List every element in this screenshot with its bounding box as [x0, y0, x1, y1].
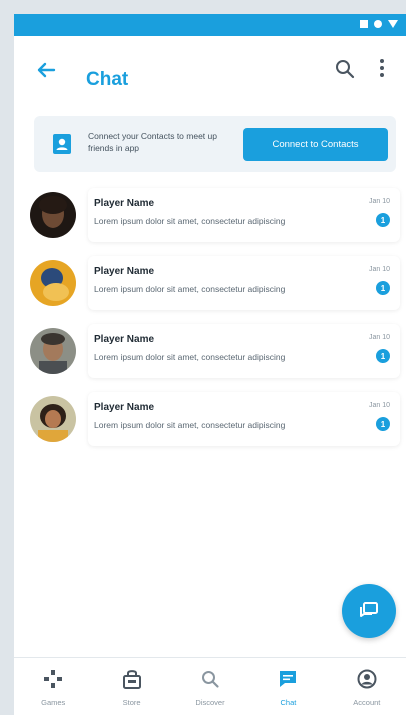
message-date: Jan 10 — [368, 266, 390, 273]
avatar — [30, 328, 76, 374]
nav-item-store[interactable]: Store — [92, 658, 170, 715]
overflow-menu-button[interactable] — [374, 56, 390, 82]
store-icon — [122, 670, 141, 689]
account-icon — [357, 669, 377, 689]
message-card: Player Name Lorem ipsum dolor sit amet, … — [88, 392, 400, 446]
avatar — [30, 260, 76, 306]
player-name: Player Name — [94, 198, 155, 209]
search-icon — [336, 60, 355, 79]
player-name: Player Name — [94, 266, 155, 277]
player-name: Player Name — [94, 334, 155, 345]
nav-label-discover: Discover — [195, 698, 225, 707]
nav-label-games: Games — [41, 698, 66, 707]
page-title: Chat — [86, 69, 129, 90]
chat-list-item[interactable]: Player Name Lorem ipsum dolor sit amet, … — [26, 254, 400, 312]
player-name: Player Name — [94, 402, 155, 413]
avatar-image — [30, 192, 76, 238]
chat-icon — [280, 671, 297, 687]
nav-item-chat[interactable]: Chat — [249, 658, 327, 715]
avatar-image — [30, 260, 76, 306]
phone-screen: Chat Connect your Contacts to meet up fr… — [14, 14, 406, 715]
message-date: Jan 10 — [368, 198, 390, 205]
message-preview: Lorem ipsum dolor sit amet, consectetur … — [94, 216, 286, 226]
message-card: Player Name Lorem ipsum dolor sit amet, … — [88, 256, 400, 310]
avatar — [30, 396, 76, 442]
back-arrow-icon — [37, 62, 56, 78]
unread-badge: 1 — [376, 213, 390, 227]
back-button[interactable] — [32, 56, 60, 84]
unread-badge: 1 — [376, 281, 390, 295]
notification-icon — [360, 20, 368, 28]
search-icon — [202, 671, 219, 688]
bottom-navigation: Games Store Discover Chat Account — [14, 657, 406, 715]
new-chat-fab-button[interactable] — [342, 584, 396, 638]
message-preview: Lorem ipsum dolor sit amet, consectetur … — [94, 420, 286, 430]
message-card: Player Name Lorem ipsum dolor sit amet, … — [88, 188, 400, 242]
more-vertical-icon — [380, 59, 384, 77]
connect-contacts-text: Connect your Contacts to meet up friends… — [88, 131, 217, 153]
unread-badge: 1 — [376, 417, 390, 431]
nav-item-account[interactable]: Account — [328, 658, 406, 715]
connect-contacts-card: Connect your Contacts to meet up friends… — [34, 116, 396, 172]
chat-list-item[interactable]: Player Name Lorem ipsum dolor sit amet, … — [26, 186, 400, 244]
avatar — [30, 192, 76, 238]
nav-label-chat: Chat — [280, 698, 297, 707]
message-card: Player Name Lorem ipsum dolor sit amet, … — [88, 324, 400, 378]
chat-list-item[interactable]: Player Name Lorem ipsum dolor sit amet, … — [26, 390, 400, 448]
signal-icon — [374, 20, 382, 28]
connect-to-contacts-button[interactable]: Connect to Contacts — [243, 128, 388, 161]
avatar-image — [30, 396, 76, 442]
app-bar: Chat — [14, 36, 406, 106]
status-bar — [14, 14, 406, 36]
nav-label-account: Account — [353, 698, 381, 707]
nav-item-discover[interactable]: Discover — [171, 658, 249, 715]
message-preview: Lorem ipsum dolor sit amet, consectetur … — [94, 352, 286, 362]
message-date: Jan 10 — [368, 402, 390, 409]
unread-badge: 1 — [376, 349, 390, 363]
search-button[interactable] — [332, 56, 358, 82]
avatar-image — [30, 328, 76, 374]
message-preview: Lorem ipsum dolor sit amet, consectetur … — [94, 284, 286, 294]
gamepad-icon — [44, 670, 63, 688]
contacts-icon — [53, 134, 71, 154]
status-icons — [360, 20, 398, 28]
message-date: Jan 10 — [368, 334, 390, 341]
new-chat-icon — [360, 602, 378, 617]
nav-label-store: Store — [122, 698, 141, 707]
chat-list-item[interactable]: Player Name Lorem ipsum dolor sit amet, … — [26, 322, 400, 380]
nav-item-games[interactable]: Games — [14, 658, 92, 715]
wifi-icon — [388, 20, 398, 28]
